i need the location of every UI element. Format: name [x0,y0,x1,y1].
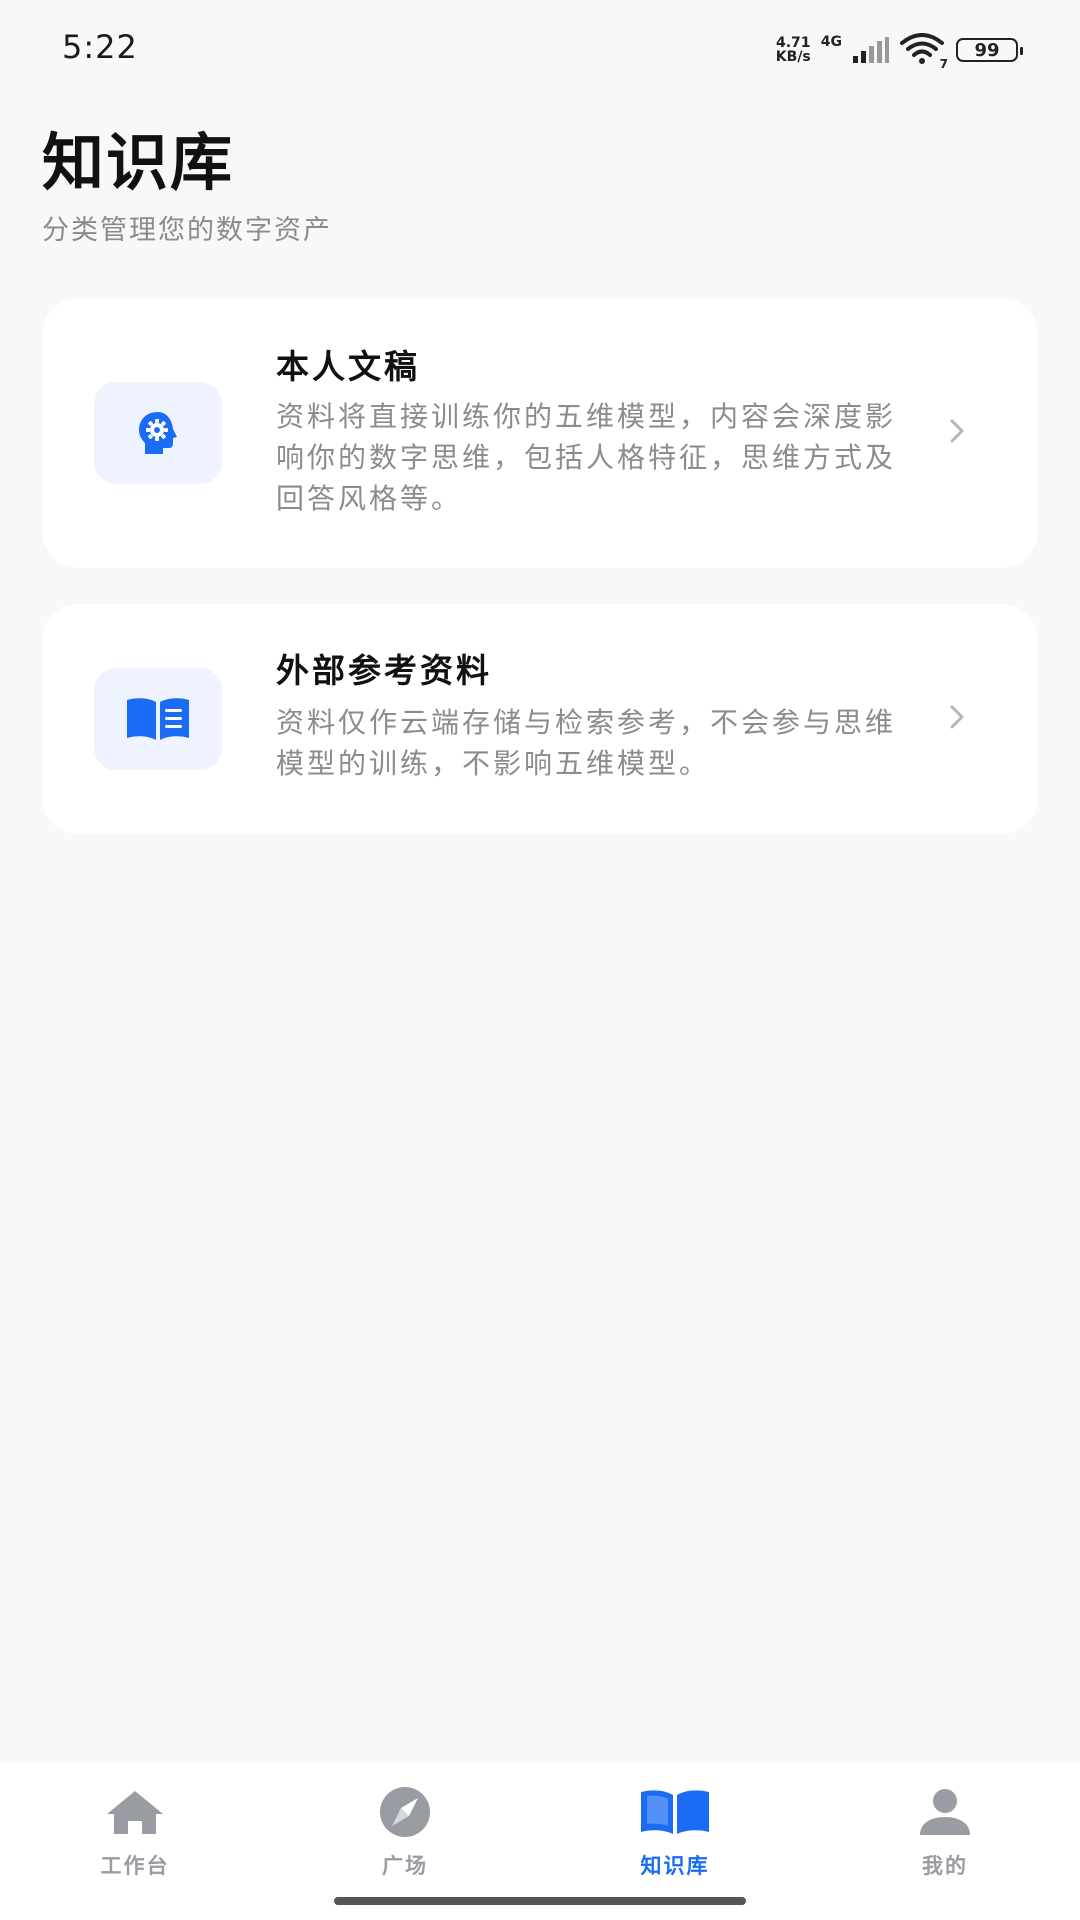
tab-label: 工作台 [100,1854,170,1878]
card-title: 本人文稿 [276,347,420,386]
battery-icon: 99 [956,38,1023,62]
open-book-icon [127,698,189,740]
card-description: 资料仅作云端存储与检索参考，不会参与思维模型的训练，不影响五维模型。 [276,706,897,780]
compass-icon [380,1787,430,1837]
tab-label: 我的 [922,1854,968,1878]
network-type: 4G [820,34,842,50]
home-indicator[interactable] [334,1897,746,1905]
tab-workbench[interactable]: 工作台 [0,1762,270,1882]
tab-profile[interactable]: 我的 [810,1762,1080,1882]
tab-label: 知识库 [640,1854,710,1878]
head-gear-icon [139,412,177,454]
card-title: 外部参考资料 [276,651,492,690]
card-personal-documents[interactable]: 本人文稿 资料将直接训练你的五维模型，内容会深度影响你的数字思维，包括人格特征，… [42,298,1038,568]
tab-knowledge-base[interactable]: 知识库 [540,1762,810,1882]
book-icon [641,1790,709,1834]
card-description: 资料将直接训练你的五维模型，内容会深度影响你的数字思维，包括人格特征，思维方式及… [276,400,897,515]
tab-label: 广场 [382,1854,428,1878]
card-icon-box [94,382,222,484]
chevron-right-icon [950,419,964,443]
card-external-references[interactable]: 外部参考资料 资料仅作云端存储与检索参考，不会参与思维模型的训练，不影响五维模型… [42,604,1038,834]
chevron-right-icon [950,705,964,729]
user-icon [920,1789,970,1835]
wifi-icon [900,33,944,64]
wifi-badge: 7 [939,57,948,71]
tab-plaza[interactable]: 广场 [270,1762,540,1882]
status-time: 5:22 [62,28,138,66]
page-subtitle: 分类管理您的数字资产 [42,215,332,246]
status-bar: 5:22 4.71 KB/s 4G 7 99 [0,0,1080,100]
page-title: 知识库 [42,126,235,199]
network-speed: 4.71 KB/s [775,35,811,65]
status-icons: 4.71 KB/s 4G 7 99 [775,30,1023,71]
cellular-signal-icon [853,37,889,63]
home-icon [107,1791,163,1834]
card-icon-box [94,668,222,770]
wifi-indicator: 7 [900,33,948,71]
